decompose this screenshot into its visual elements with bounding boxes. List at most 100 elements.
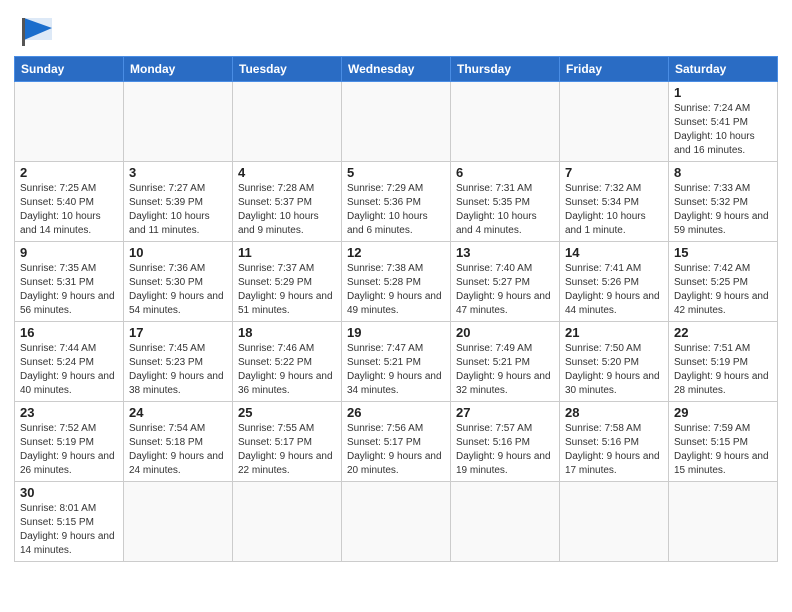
calendar-day-cell [560, 82, 669, 162]
calendar-day-cell [451, 482, 560, 562]
day-number: 30 [20, 485, 118, 500]
day-number: 23 [20, 405, 118, 420]
calendar-table: Sunday Monday Tuesday Wednesday Thursday… [14, 56, 778, 562]
day-number: 24 [129, 405, 227, 420]
day-info: Sunrise: 7:33 AMSunset: 5:32 PMDaylight:… [674, 182, 772, 238]
day-number: 28 [565, 405, 663, 420]
calendar-day-cell: 2Sunrise: 7:25 AMSunset: 5:40 PMDaylight… [15, 162, 124, 242]
calendar-day-cell [342, 82, 451, 162]
calendar-day-cell: 24 Sunrise: 7:54 AMSunset: 5:18 PMDayligh… [124, 402, 233, 482]
calendar-day-cell: 14 Sunrise: 7:41 AMSunset: 5:26 PMDayligh… [560, 242, 669, 322]
calendar-day-cell: 9Sunrise: 7:35 AMSunset: 5:31 PMDaylight… [15, 242, 124, 322]
calendar-week-row: 30 Sunrise: 8:01 AMSunset: 5:15 PMDayligh… [15, 482, 778, 562]
day-info: Sunrise: 7:46 AMSunset: 5:22 PMDaylight:… [238, 342, 336, 398]
calendar-day-cell: 11 Sunrise: 7:37 AMSunset: 5:29 PMDayligh… [233, 242, 342, 322]
day-info: Sunrise: 7:37 AMSunset: 5:29 PMDaylight:… [238, 262, 336, 318]
day-number: 8 [674, 165, 772, 180]
weekday-header-row: Sunday Monday Tuesday Wednesday Thursday… [15, 57, 778, 82]
calendar-day-cell: 19Sunrise: 7:47 AMSunset: 5:21 PMDayligh… [342, 322, 451, 402]
day-info: Sunrise: 7:28 AMSunset: 5:37 PMDaylight:… [238, 182, 336, 238]
day-info: Sunrise: 7:31 AMSunset: 5:35 PMDaylight:… [456, 182, 554, 238]
calendar-day-cell: 22 Sunrise: 7:51 AMSunset: 5:19 PMDayligh… [669, 322, 778, 402]
day-number: 5 [347, 165, 445, 180]
calendar-day-cell: 6 Sunrise: 7:31 AMSunset: 5:35 PMDaylight… [451, 162, 560, 242]
day-info: Sunrise: 7:56 AMSunset: 5:17 PMDaylight:… [347, 422, 445, 478]
calendar-day-cell: 8 Sunrise: 7:33 AMSunset: 5:32 PMDaylight… [669, 162, 778, 242]
calendar-day-cell: 21Sunrise: 7:50 AMSunset: 5:20 PMDayligh… [560, 322, 669, 402]
calendar-day-cell [124, 82, 233, 162]
day-info: Sunrise: 7:44 AMSunset: 5:24 PMDaylight:… [20, 342, 118, 398]
header-wednesday: Wednesday [342, 57, 451, 82]
calendar-day-cell: 3 Sunrise: 7:27 AMSunset: 5:39 PMDaylight… [124, 162, 233, 242]
day-info: Sunrise: 7:27 AMSunset: 5:39 PMDaylight:… [129, 182, 227, 238]
day-number: 15 [674, 245, 772, 260]
logo [14, 14, 62, 50]
header-sunday: Sunday [15, 57, 124, 82]
calendar-day-cell: 12Sunrise: 7:38 AMSunset: 5:28 PMDayligh… [342, 242, 451, 322]
calendar-day-cell [669, 482, 778, 562]
calendar-week-row: 23 Sunrise: 7:52 AMSunset: 5:19 PMDayligh… [15, 402, 778, 482]
calendar-day-cell [560, 482, 669, 562]
day-number: 3 [129, 165, 227, 180]
day-number: 19 [347, 325, 445, 340]
day-number: 29 [674, 405, 772, 420]
day-info: Sunrise: 7:57 AMSunset: 5:16 PMDaylight:… [456, 422, 554, 478]
calendar-day-cell: 7 Sunrise: 7:32 AMSunset: 5:34 PMDaylight… [560, 162, 669, 242]
day-info: Sunrise: 7:51 AMSunset: 5:19 PMDaylight:… [674, 342, 772, 398]
day-info: Sunrise: 7:24 AMSunset: 5:41 PMDaylight:… [674, 102, 772, 158]
day-info: Sunrise: 8:01 AMSunset: 5:15 PMDaylight:… [20, 502, 118, 558]
calendar-week-row: 16 Sunrise: 7:44 AMSunset: 5:24 PMDayligh… [15, 322, 778, 402]
day-info: Sunrise: 7:50 AMSunset: 5:20 PMDaylight:… [565, 342, 663, 398]
day-number: 11 [238, 245, 336, 260]
calendar-day-cell: 26 Sunrise: 7:56 AMSunset: 5:17 PMDayligh… [342, 402, 451, 482]
header-thursday: Thursday [451, 57, 560, 82]
calendar-day-cell [342, 482, 451, 562]
day-info: Sunrise: 7:59 AMSunset: 5:15 PMDaylight:… [674, 422, 772, 478]
calendar-day-cell: 1 Sunrise: 7:24 AMSunset: 5:41 PMDaylight… [669, 82, 778, 162]
calendar-day-cell: 23 Sunrise: 7:52 AMSunset: 5:19 PMDayligh… [15, 402, 124, 482]
day-info: Sunrise: 7:32 AMSunset: 5:34 PMDaylight:… [565, 182, 663, 238]
calendar-week-row: 2Sunrise: 7:25 AMSunset: 5:40 PMDaylight… [15, 162, 778, 242]
calendar-day-cell: 18Sunrise: 7:46 AMSunset: 5:22 PMDayligh… [233, 322, 342, 402]
calendar-week-row: 9Sunrise: 7:35 AMSunset: 5:31 PMDaylight… [15, 242, 778, 322]
day-info: Sunrise: 7:38 AMSunset: 5:28 PMDaylight:… [347, 262, 445, 318]
day-info: Sunrise: 7:35 AMSunset: 5:31 PMDaylight:… [20, 262, 118, 318]
calendar-day-cell: 30 Sunrise: 8:01 AMSunset: 5:15 PMDayligh… [15, 482, 124, 562]
day-number: 17 [129, 325, 227, 340]
day-number: 1 [674, 85, 772, 100]
header-tuesday: Tuesday [233, 57, 342, 82]
day-info: Sunrise: 7:45 AMSunset: 5:23 PMDaylight:… [129, 342, 227, 398]
calendar-day-cell: 29 Sunrise: 7:59 AMSunset: 5:15 PMDayligh… [669, 402, 778, 482]
day-number: 27 [456, 405, 554, 420]
calendar-day-cell: 20Sunrise: 7:49 AMSunset: 5:21 PMDayligh… [451, 322, 560, 402]
day-info: Sunrise: 7:54 AMSunset: 5:18 PMDaylight:… [129, 422, 227, 478]
day-number: 16 [20, 325, 118, 340]
day-info: Sunrise: 7:49 AMSunset: 5:21 PMDaylight:… [456, 342, 554, 398]
day-number: 25 [238, 405, 336, 420]
calendar-day-cell [124, 482, 233, 562]
header-monday: Monday [124, 57, 233, 82]
calendar-day-cell: 10 Sunrise: 7:36 AMSunset: 5:30 PMDayligh… [124, 242, 233, 322]
calendar-day-cell: 28Sunrise: 7:58 AMSunset: 5:16 PMDayligh… [560, 402, 669, 482]
calendar-day-cell [451, 82, 560, 162]
calendar-day-cell: 15 Sunrise: 7:42 AMSunset: 5:25 PMDayligh… [669, 242, 778, 322]
calendar-day-cell [233, 82, 342, 162]
calendar-day-cell [233, 482, 342, 562]
day-number: 26 [347, 405, 445, 420]
calendar-day-cell: 16 Sunrise: 7:44 AMSunset: 5:24 PMDayligh… [15, 322, 124, 402]
day-info: Sunrise: 7:52 AMSunset: 5:19 PMDaylight:… [20, 422, 118, 478]
day-number: 6 [456, 165, 554, 180]
day-info: Sunrise: 7:41 AMSunset: 5:26 PMDaylight:… [565, 262, 663, 318]
calendar-day-cell: 5Sunrise: 7:29 AMSunset: 5:36 PMDaylight… [342, 162, 451, 242]
calendar-day-cell: 4Sunrise: 7:28 AMSunset: 5:37 PMDaylight… [233, 162, 342, 242]
day-info: Sunrise: 7:42 AMSunset: 5:25 PMDaylight:… [674, 262, 772, 318]
day-number: 7 [565, 165, 663, 180]
calendar-week-row: 1 Sunrise: 7:24 AMSunset: 5:41 PMDaylight… [15, 82, 778, 162]
page: Sunday Monday Tuesday Wednesday Thursday… [0, 0, 792, 572]
day-info: Sunrise: 7:36 AMSunset: 5:30 PMDaylight:… [129, 262, 227, 318]
day-info: Sunrise: 7:40 AMSunset: 5:27 PMDaylight:… [456, 262, 554, 318]
day-number: 10 [129, 245, 227, 260]
day-number: 22 [674, 325, 772, 340]
day-number: 14 [565, 245, 663, 260]
calendar-day-cell: 25Sunrise: 7:55 AMSunset: 5:17 PMDayligh… [233, 402, 342, 482]
